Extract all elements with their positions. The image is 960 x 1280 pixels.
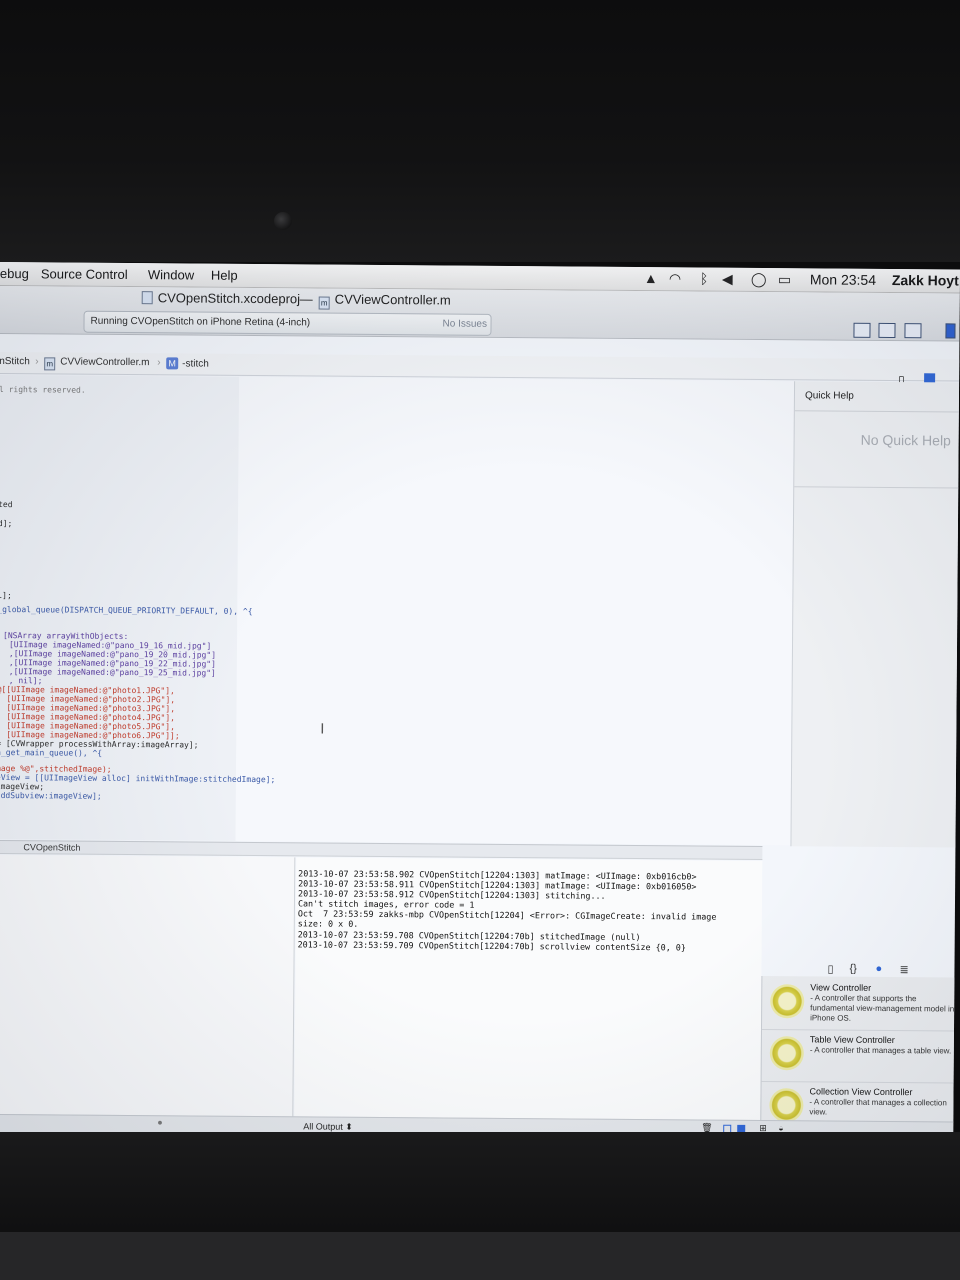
laptop-hinge [0, 1232, 960, 1280]
menu-help[interactable]: Help [211, 268, 238, 283]
jump-bar-project[interactable]: nStitch [0, 356, 30, 367]
menu-clock[interactable]: Mon 23:54 [810, 271, 876, 288]
console-line: Oct 7 23:53:59 zakks-mbp CVOpenStitch[12… [297, 908, 717, 922]
bluetooth-icon[interactable]: ᛒ [700, 270, 709, 286]
method-icon: M [166, 357, 179, 370]
title-separator: — [299, 291, 313, 307]
wifi-icon[interactable]: ◠ [669, 270, 681, 287]
jump-bar-chevron-icon: › [35, 356, 39, 368]
console-line: size: 0 x 0. [297, 918, 359, 929]
menu-window[interactable]: Window [148, 267, 194, 282]
version-editor-button[interactable] [904, 323, 922, 339]
library-item-table-view-controller[interactable]: Table View Controller - A controller tha… [761, 1030, 955, 1084]
quick-help-inspector: Quick Help No Quick Help [790, 381, 960, 848]
source-editor[interactable]: l rights reserved. ted d]; l]; _global_q… [0, 374, 795, 846]
library-item-desc: - A controller that manages a collection… [809, 1097, 947, 1117]
console-line: 2013-10-07 23:53:59.709 CVOpenStitch[122… [297, 939, 686, 953]
xcodeproj-file-icon [141, 291, 153, 305]
console-output[interactable]: 2013-10-07 23:53:58.902 CVOpenStitch[122… [294, 857, 763, 1131]
file-template-icon[interactable]: ▯ [827, 963, 833, 976]
assistant-editor-button[interactable] [878, 322, 896, 339]
volume-icon[interactable]: ◀ [722, 271, 733, 288]
jump-bar-chevron-icon: › [157, 357, 161, 369]
media-library-icon[interactable]: ≣ [899, 963, 908, 976]
code-snippet-icon[interactable]: {} [849, 963, 856, 975]
library-item-desc: - A controller that manages a table view… [809, 1045, 952, 1056]
m-file-icon: m [44, 357, 56, 371]
variables-view [0, 854, 296, 1128]
scope-indicator-icon: ● [157, 1117, 163, 1128]
toggle-navigator-button[interactable] [945, 323, 956, 339]
divider [794, 486, 960, 489]
code-line: d]; [0, 518, 13, 529]
laptop-bezel-top [0, 0, 960, 262]
debug-target-label[interactable]: CVOpenStitch [23, 842, 80, 852]
code-line: l]; [0, 590, 12, 601]
webcam [274, 212, 292, 230]
standard-editor-button[interactable] [853, 322, 871, 338]
library-item-title: Collection View Controller [809, 1086, 913, 1098]
battery-icon[interactable]: ▭ [778, 271, 791, 288]
jump-bar-method[interactable]: M -stitch [166, 357, 209, 370]
object-library-icon[interactable]: ● [875, 963, 882, 975]
code-line: addSubview:imageView]; [0, 790, 102, 801]
menu-user[interactable]: Zakk Hoyt [892, 272, 959, 289]
view-controller-icon [770, 984, 805, 1019]
messages-icon[interactable]: ◯ [751, 271, 767, 288]
code-line: l rights reserved. [0, 384, 86, 395]
project-title: CVOpenStitch.xcodeproj [141, 290, 300, 306]
code-line: , nil]; [8, 676, 43, 686]
jump-bar-file[interactable]: m CVViewController.m [44, 356, 150, 371]
library-item-desc: - A controller that supports the fundame… [810, 993, 955, 1023]
table-view-controller-icon [769, 1036, 804, 1071]
library-item-title: Table View Controller [809, 1034, 895, 1046]
menu-debug[interactable]: ebug [0, 266, 29, 281]
quick-help-empty-text: No Quick Help [860, 431, 951, 449]
file-title: m CVViewController.m [318, 292, 451, 311]
code-line: h_get_main_queue(), ^{ [0, 747, 103, 758]
google-drive-icon[interactable]: ▲ [644, 270, 658, 286]
library-item-title: View Controller [810, 982, 872, 993]
issues-status[interactable]: No Issues [442, 318, 487, 329]
m-file-icon: m [318, 296, 330, 310]
text-cursor-icon: I [320, 721, 325, 738]
xcode-screen: ebug Source Control Window Help ▲ ◠ ᛒ ◀ … [0, 262, 960, 1142]
activity-status: Running CVOpenStitch on iPhone Retina (4… [90, 315, 311, 329]
code-line: ted [0, 499, 13, 510]
code-line: imageView; [0, 781, 45, 792]
library-item-view-controller[interactable]: View Controller - A controller that supp… [761, 978, 956, 1032]
divider [794, 410, 960, 413]
menu-source-control[interactable]: Source Control [41, 266, 128, 282]
collection-view-controller-icon [769, 1088, 804, 1123]
activity-viewer: Running CVOpenStitch on iPhone Retina (4… [83, 310, 492, 336]
quick-help-title: Quick Help [804, 390, 854, 402]
window-toolbar: CVOpenStitch.xcodeproj — m CVViewControll… [0, 285, 960, 342]
object-library: View Controller - A controller that supp… [760, 976, 956, 1142]
